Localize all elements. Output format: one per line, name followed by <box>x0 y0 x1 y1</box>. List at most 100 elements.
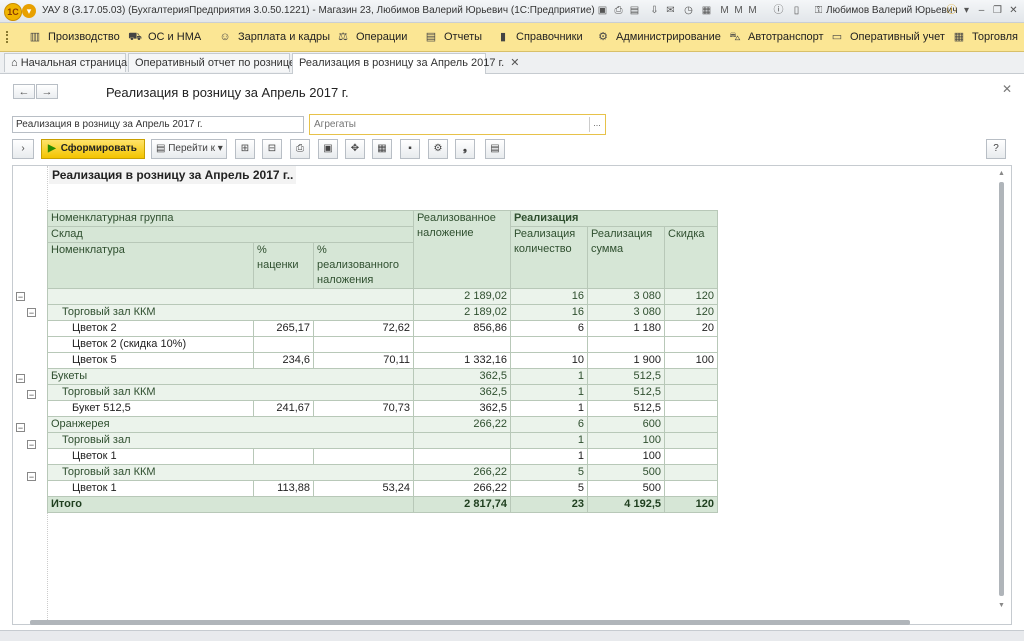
table-row[interactable]: Цветок 5 234,6 70,11 1 332,16 10 1 900 100 <box>47 352 718 369</box>
minimize-icon[interactable]: – <box>975 4 988 17</box>
chart-icon[interactable]: ▦ <box>372 139 392 159</box>
total-qty: 23 <box>510 496 588 513</box>
table-row[interactable]: Оранжерея 266,22 6 600 <box>47 416 718 433</box>
user-key-icon[interactable]: ⚿ <box>812 4 825 17</box>
preview-icon[interactable]: ▤ <box>628 4 641 17</box>
toggle-settings-button[interactable]: › <box>12 139 34 159</box>
current-user[interactable]: Любимов Валерий Юрьевич <box>826 5 958 16</box>
back-button[interactable]: ← <box>13 84 35 99</box>
aggregates-field[interactable]: ... <box>309 114 606 135</box>
help-button[interactable]: ? <box>986 139 1006 159</box>
print-icon[interactable]: ⎙ <box>290 139 310 159</box>
aggregates-input[interactable] <box>311 116 587 133</box>
panel-grip-icon[interactable] <box>6 31 12 43</box>
cell-realized: 266,22 <box>413 480 511 497</box>
gear-icon: ⚙ <box>598 31 608 43</box>
collapse-group-icon[interactable]: − <box>16 374 25 384</box>
scroll-up-icon[interactable]: ▲ <box>998 170 1005 177</box>
horizontal-scrollbar[interactable] <box>20 618 1000 626</box>
collapse-group-icon[interactable]: − <box>27 308 36 318</box>
preview-icon[interactable]: ▣ <box>318 139 338 159</box>
save-icon[interactable]: ▣ <box>596 4 609 17</box>
panel-icon[interactable]: ▯ <box>790 4 803 17</box>
info-icon[interactable]: ⓘ <box>772 4 785 17</box>
aggregates-select-button[interactable]: ... <box>589 117 604 132</box>
table-row[interactable]: Торговый зал ККМ 362,5 1 512,5 <box>47 384 718 401</box>
factory-icon: ▥ <box>29 31 41 43</box>
history-icon[interactable]: ◷ <box>682 4 695 17</box>
scroll-down-icon[interactable]: ▼ <box>998 602 1005 609</box>
chevron-right-icon: › <box>21 143 25 154</box>
table-row[interactable]: Торговый зал 1 100 <box>47 432 718 449</box>
cell-sum: 1 900 <box>587 352 665 369</box>
table-row[interactable]: 2 189,02 16 3 080 120 <box>47 288 718 305</box>
dropdown-icon[interactable]: ▾ <box>960 4 973 17</box>
section-administration[interactable]: ⚙ Администрирование <box>596 23 721 51</box>
main-menu-icon[interactable]: ▾ <box>22 4 36 18</box>
table-row[interactable]: Цветок 2 265,17 72,62 856,86 6 1 180 20 <box>47 320 718 337</box>
memory-m-icon[interactable]: M <box>718 4 731 17</box>
cell-qty: 10 <box>510 352 588 369</box>
collapse-group-icon[interactable]: − <box>16 292 25 302</box>
cell-sum: 3 080 <box>587 304 665 321</box>
section-reports[interactable]: ▤ Отчеты <box>424 23 482 51</box>
tab-operational-report[interactable]: Оперативный отчет по рознице *✕ <box>128 53 318 72</box>
row-name: Цветок 5 <box>47 352 254 369</box>
goto-button[interactable]: ▤ Перейти к ▾ <box>151 139 227 159</box>
close-tab-icon[interactable]: ✕ <box>510 57 519 69</box>
download-icon[interactable]: ⇩ <box>648 4 661 17</box>
collapse-group-icon[interactable]: − <box>16 423 25 433</box>
section-fixed-assets[interactable]: ⛟ ОС и НМА <box>128 23 201 51</box>
move-icon[interactable]: ✥ <box>345 139 365 159</box>
table-row[interactable]: Цветок 1 113,88 53,24 266,22 5 500 <box>47 480 718 497</box>
table-row[interactable]: Торговый зал ККМ 2 189,02 16 3 080 120 <box>47 304 718 321</box>
collapse-groups-icon[interactable]: ⊟ <box>262 139 282 159</box>
memory-mplus-icon[interactable]: M <box>732 4 745 17</box>
close-form-icon[interactable]: ✕ <box>1002 82 1012 96</box>
comma-icon[interactable]: ❟ <box>455 139 475 159</box>
tab-home[interactable]: ⌂ Начальная страница <box>4 53 127 72</box>
generate-button[interactable]: ▶ Сформировать <box>41 139 145 159</box>
report-variant-field[interactable] <box>12 116 304 133</box>
mail-icon[interactable]: ✉ <box>664 4 677 17</box>
table-row[interactable]: Торговый зал ККМ 266,22 5 500 <box>47 464 718 481</box>
row-name: Букеты <box>47 368 414 385</box>
collapse-group-icon[interactable]: − <box>27 472 36 482</box>
app-logo-icon[interactable]: 1С <box>4 3 22 21</box>
section-trade[interactable]: ▦ Торговля <box>952 23 1018 51</box>
table-row[interactable]: Букет 512,5 241,67 70,73 362,5 1 512,5 <box>47 400 718 417</box>
vertical-scrollbar[interactable]: ▲ ▼ <box>997 170 1007 610</box>
vertical-scroll-thumb[interactable] <box>999 182 1004 596</box>
document-icon[interactable]: ▤ <box>485 139 505 159</box>
settings-icon[interactable]: ⚙ <box>428 139 448 159</box>
collapse-group-icon[interactable]: − <box>27 440 36 450</box>
table-row[interactable]: Букеты 362,5 1 512,5 <box>47 368 718 385</box>
table-row[interactable]: Цветок 1 1 100 <box>47 448 718 465</box>
section-catalogs[interactable]: ▮ Справочники <box>496 23 583 51</box>
cell-markup: 234,6 <box>253 352 314 369</box>
cell-qty: 1 <box>510 432 588 449</box>
expand-groups-icon[interactable]: ⊞ <box>235 139 255 159</box>
memory-mminus-icon[interactable]: M <box>746 4 759 17</box>
section-production[interactable]: ▥ Производство <box>28 23 120 51</box>
calendar-icon[interactable]: ▦ <box>700 4 713 17</box>
print-icon[interactable]: ⎙ <box>612 4 625 17</box>
section-vehicles[interactable]: ⛍ Автотранспорт <box>728 23 823 51</box>
cell-sum: 3 080 <box>587 288 665 305</box>
restore-icon[interactable]: ❐ <box>991 4 1004 17</box>
cell-rmarkup: 70,11 <box>313 352 414 369</box>
section-payroll[interactable]: ☺ Зарплата и кадры <box>218 23 330 51</box>
cell-realized: 1 332,16 <box>413 352 511 369</box>
close-window-icon[interactable]: ✕ <box>1007 4 1020 17</box>
info-circle-icon[interactable]: ⓘ <box>945 4 958 17</box>
cell-sum: 1 180 <box>587 320 665 337</box>
save-icon[interactable]: ▪ <box>400 139 420 159</box>
tab-retail-report[interactable]: Реализация в розницу за Апрель 2017 г. ✕ <box>292 53 519 74</box>
horizontal-scroll-thumb[interactable] <box>30 620 910 625</box>
section-operational[interactable]: ▭ Оперативный учет <box>830 23 945 51</box>
table-row[interactable]: Цветок 2 (скидка 10%) <box>47 336 718 353</box>
collapse-group-icon[interactable]: − <box>27 390 36 400</box>
section-operations[interactable]: ⚖ Операции <box>336 23 407 51</box>
forward-button[interactable]: → <box>36 84 58 99</box>
total-sum: 4 192,5 <box>587 496 665 513</box>
